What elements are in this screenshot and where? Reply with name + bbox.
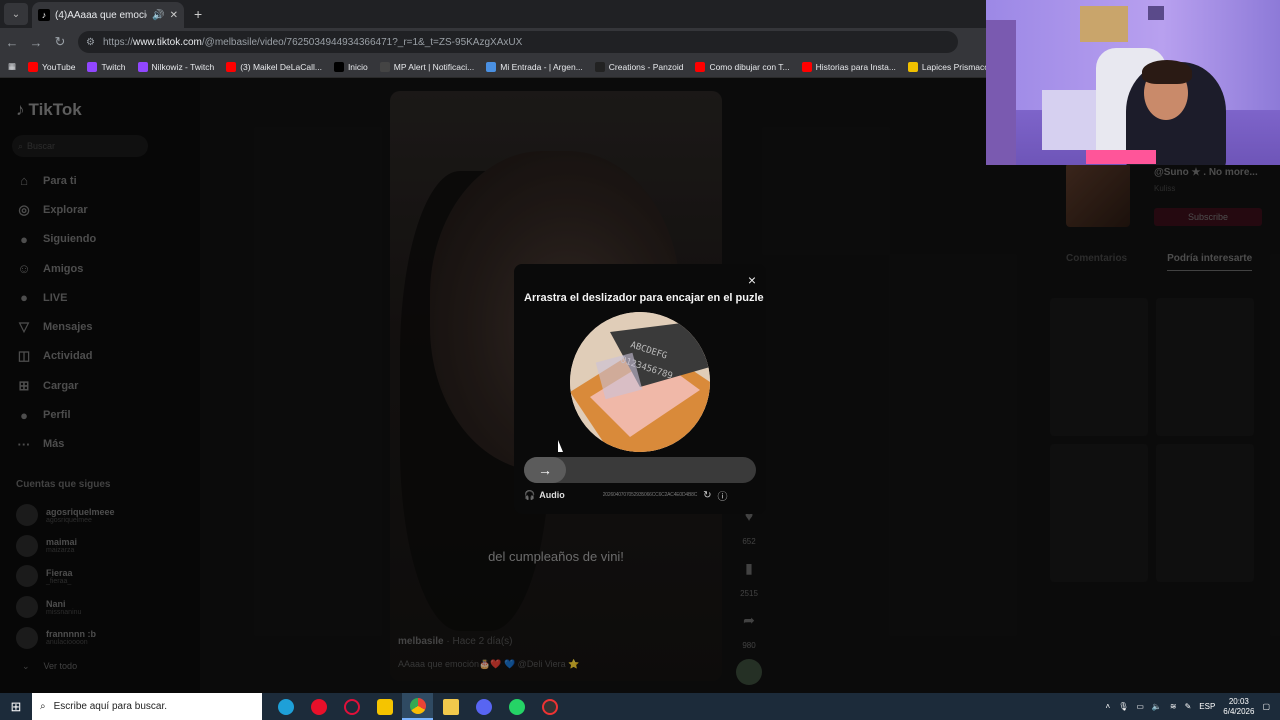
app-icon[interactable] [534,693,565,720]
reload-button[interactable]: ↻ [48,34,72,50]
taskbar-apps [270,693,565,720]
bookmark-item[interactable]: (3) Maikel DeLaCall... [226,61,322,72]
bookmark-item[interactable]: Twitch [87,61,126,72]
webcam-poster [1080,6,1128,42]
whatsapp-icon[interactable] [501,693,532,720]
bookmark-item[interactable]: Historias para Insta... [801,61,896,72]
puzzle-picture: ABCDEFG 0123456789 [570,312,710,452]
info-icon[interactable]: ⓘ [718,488,728,503]
arrow-right-icon: → [538,462,552,478]
bookmark-item[interactable]: Inicio [333,61,368,72]
url-field[interactable]: ⚙ https://www.tiktok.com/@melbasile/vide… [78,31,958,53]
bookmark-favicon-icon [379,61,390,72]
mouse-cursor-icon [558,440,563,452]
bookmark-favicon-icon [907,61,918,72]
headphones-icon: 🎧 [524,489,536,500]
discord-icon[interactable] [468,693,499,720]
bookmark-favicon-icon [695,61,706,72]
chrome-icon[interactable] [402,693,433,720]
audio-button[interactable]: 🎧 Audio [524,490,565,501]
bookmark-favicon-icon [137,61,148,72]
bookmark-label: (3) Maikel DeLaCall... [240,61,322,72]
refresh-icon[interactable]: ↻ [703,490,711,501]
tab-title: (4)AAaaa que emoción!🎂❤ [55,9,147,21]
tab-close-icon[interactable]: ✕ [170,10,178,21]
browser-tab[interactable]: ♪ (4)AAaaa que emoción!🎂❤ 🔊 ✕ [32,2,184,28]
tiktok-favicon-icon: ♪ [38,9,50,21]
bookmark-label: Inicio [347,61,368,72]
audio-label: Audio [539,490,565,500]
apps-grid-icon[interactable]: ▦ [8,61,16,72]
bookmark-favicon-icon [28,61,39,72]
windows-start-icon[interactable]: ⊞ [0,699,32,715]
language-indicator[interactable]: ESP [1199,702,1215,711]
tab-search-button[interactable]: ⌄ [4,3,28,25]
opera-gx-icon[interactable] [336,693,367,720]
bookmark-favicon-icon [333,61,344,72]
back-button[interactable]: ← [0,35,24,50]
captcha-slider-track[interactable]: → [524,457,756,483]
bookmark-favicon-icon [486,61,497,72]
captcha-title: Arrastra el deslizador para encajar en e… [524,292,764,304]
bookmark-favicon-icon [594,61,605,72]
speaker-icon[interactable]: 🔊 [152,10,164,21]
chevron-up-icon[interactable]: ˄ [1106,702,1111,711]
edge-icon[interactable] [270,693,301,720]
volume-icon[interactable]: 🔈 [1152,702,1162,711]
bookmark-label: Historias para Insta... [815,61,896,72]
system-tray: ˄ 🎙 ▭ 🔈 ≋ ✎ ESP 20:03 6/4/2026 ▢ [1106,693,1280,720]
url-host: www.tiktok.com [132,36,202,48]
network-icon[interactable]: ▭ [1136,702,1144,711]
bookmark-favicon-icon [801,61,812,72]
bookmark-item[interactable]: Mi Entrada - | Argen... [486,61,583,72]
bookmark-label: Como dibujar con T... [709,61,790,72]
windows-taskbar: ⊞ ⌕ Escribe aquí para buscar. ˄ 🎙 ▭ 🔈 ≋ … [0,693,1280,720]
taskbar-search-placeholder: Escribe aquí para buscar. [53,701,168,712]
url-prefix: https:// [102,36,133,48]
bookmark-favicon-icon [226,61,237,72]
bookmark-label: Creations - Panzoid [608,61,684,72]
puzzle-image: ABCDEFG 0123456789 [570,312,710,452]
site-info-icon[interactable]: ⚙ [86,37,95,48]
webcam-light [1086,150,1156,164]
url-path: /@melbasile/video/7625034944934366471?_r… [201,36,523,48]
opera-icon[interactable] [303,693,334,720]
clock[interactable]: 20:03 6/4/2026 [1223,697,1254,717]
wifi-icon[interactable]: ≋ [1170,702,1177,711]
bookmark-item[interactable]: Creations - Panzoid [594,61,684,72]
bookmark-label: Mi Entrada - | Argen... [500,61,583,72]
bookmark-item[interactable]: Nilkowiz - Twitch [137,61,215,72]
close-icon[interactable]: × [748,272,756,288]
bookmark-item[interactable]: MP Alert | Notificaci... [379,61,475,72]
captcha-modal: × Arrastra el deslizador para encajar en… [514,264,766,514]
clock-time: 20:03 [1228,696,1249,706]
pen-icon[interactable]: ✎ [1185,702,1192,711]
slider-handle[interactable]: → [524,457,566,483]
taskbar-search[interactable]: ⌕ Escribe aquí para buscar. [32,693,262,720]
file-explorer-icon[interactable] [435,693,466,720]
captcha-footer: 🎧 Audio 2026040707052935066CC6C2AC4E0D4B… [524,488,756,503]
bookmark-item[interactable]: Como dibujar con T... [695,61,790,72]
new-tab-button[interactable]: + [194,6,202,22]
webcam-door [986,20,1016,165]
webcam-poster-small [1148,6,1164,20]
forward-button[interactable]: → [24,35,48,50]
notifications-icon[interactable]: ▢ [1262,702,1270,711]
webcam-hair [1142,60,1192,84]
webcam-overlay [986,0,1280,165]
bookmark-label: MP Alert | Notificaci... [393,61,475,72]
bookmark-item[interactable]: YouTube [28,61,76,72]
store-icon[interactable] [369,693,400,720]
bookmark-label: Twitch [101,61,126,72]
clock-date: 6/4/2026 [1223,706,1255,716]
bookmark-favicon-icon [87,61,98,72]
bookmark-label: Nilkowiz - Twitch [151,61,215,72]
captcha-code: 2026040707052935066CC6C2AC4E0D4B8C [602,492,698,498]
microphone-icon[interactable]: 🎙 [1118,702,1128,711]
bookmark-label: YouTube [42,61,76,72]
search-icon: ⌕ [40,701,46,712]
